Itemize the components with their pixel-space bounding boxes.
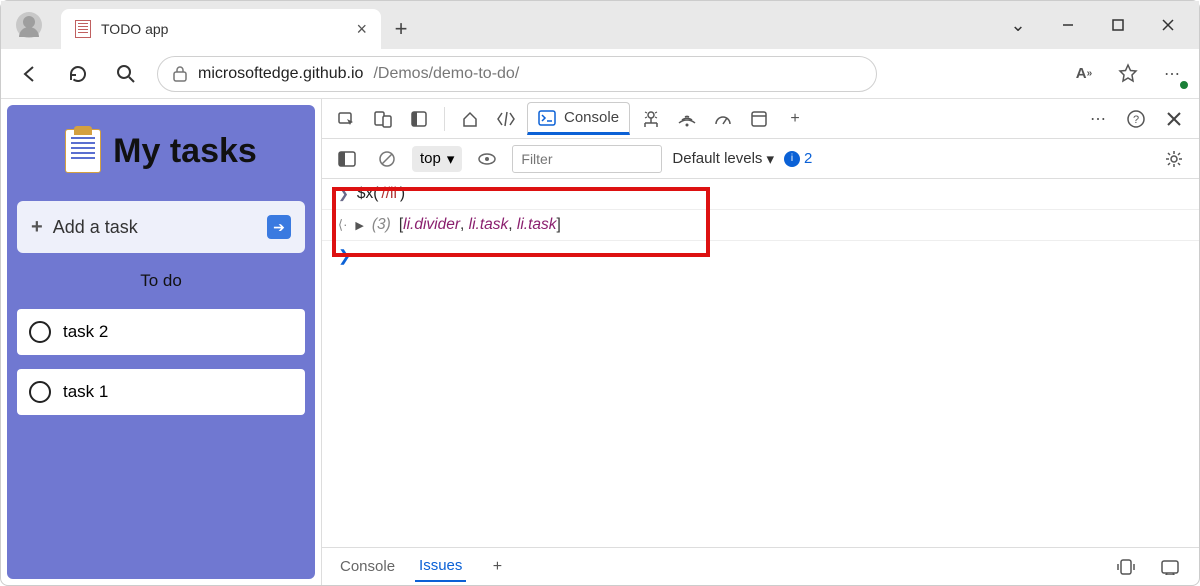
menu-button[interactable]: ⋯ [1157, 59, 1187, 89]
add-task-button[interactable]: + Add a task ➔ [17, 201, 305, 253]
devtools-drawer: Console Issues + [322, 547, 1199, 585]
close-window-button[interactable] [1145, 9, 1191, 41]
context-selector[interactable]: top ▾ [412, 146, 462, 172]
filter-input[interactable] [512, 145, 662, 173]
device-toggle-button[interactable] [368, 104, 398, 134]
chevron-down-icon: ▾ [447, 150, 455, 168]
checkbox-icon[interactable] [29, 381, 51, 403]
refresh-button[interactable] [61, 57, 95, 91]
devtools-panel: Console + ⋯ ? top ▾ Default levels [321, 99, 1199, 585]
app-title: My tasks [113, 132, 257, 171]
plus-icon: + [31, 216, 43, 239]
todo-app: My tasks + Add a task ➔ To do task 2 tas… [7, 105, 315, 579]
console-icon [538, 110, 556, 126]
app-header: My tasks [17, 115, 305, 187]
url-input[interactable]: microsoftedge.github.io/Demos/demo-to-do… [157, 56, 877, 92]
log-levels-selector[interactable]: Default levels ▾ [672, 150, 774, 168]
issue-badge-icon: i [784, 151, 800, 167]
devtools-tabbar: Console + ⋯ ? [322, 99, 1199, 139]
console-body[interactable]: ❯ $x('//li') ⟨· ▶ (3) [li.divider, li.ta… [322, 179, 1199, 547]
welcome-tab[interactable] [455, 104, 485, 134]
minimize-button[interactable] [1045, 9, 1091, 41]
drawer-tool1-button[interactable] [1111, 552, 1141, 582]
avatar-icon [16, 12, 42, 38]
drawer-console-tab[interactable]: Console [336, 552, 399, 581]
chevron-down-icon: ▾ [766, 150, 774, 168]
console-tab[interactable]: Console [527, 102, 630, 135]
live-expression-button[interactable] [472, 144, 502, 174]
favorite-button[interactable] [1113, 59, 1143, 89]
issues-indicator[interactable]: i 2 [784, 150, 812, 167]
checkbox-icon[interactable] [29, 321, 51, 343]
back-button[interactable] [13, 57, 47, 91]
more-tabs-button[interactable]: + [780, 104, 810, 134]
maximize-button[interactable] [1095, 9, 1141, 41]
issues-count: 2 [804, 150, 812, 167]
console-settings-button[interactable] [1159, 144, 1189, 174]
sources-tab[interactable] [636, 104, 666, 134]
section-heading: To do [17, 267, 305, 295]
submit-arrow-button[interactable]: ➔ [267, 215, 291, 239]
drawer-add-tab-button[interactable]: + [482, 552, 512, 582]
tab-actions-button[interactable]: ⌄ [995, 9, 1041, 41]
close-devtools-button[interactable] [1159, 104, 1189, 134]
page-favicon [75, 20, 91, 38]
annotation-highlight [332, 187, 710, 257]
url-path: /Demos/demo-to-do/ [373, 65, 519, 83]
lock-icon [172, 65, 188, 83]
address-bar: microsoftedge.github.io/Demos/demo-to-do… [1, 49, 1199, 99]
devtools-more-button[interactable]: ⋯ [1083, 104, 1113, 134]
read-aloud-button[interactable]: A» [1069, 59, 1099, 89]
tab-title: TODO app [101, 21, 346, 37]
clipboard-icon [65, 129, 101, 173]
task-label: task 1 [63, 382, 108, 402]
new-tab-button[interactable]: + [381, 9, 421, 49]
console-toolbar: top ▾ Default levels ▾ i 2 [322, 139, 1199, 179]
profile-button[interactable] [1, 1, 57, 49]
dock-button[interactable] [404, 104, 434, 134]
browser-tab[interactable]: TODO app × [61, 9, 381, 49]
help-button[interactable]: ? [1121, 104, 1151, 134]
context-label: top [420, 150, 441, 167]
clear-console-button[interactable] [372, 144, 402, 174]
performance-tab[interactable] [708, 104, 738, 134]
url-host: microsoftedge.github.io [198, 65, 363, 83]
svg-text:?: ? [1133, 114, 1139, 126]
search-button[interactable] [109, 57, 143, 91]
levels-label: Default levels [672, 150, 762, 167]
window-titlebar: TODO app × + ⌄ [1, 1, 1199, 49]
application-tab[interactable] [744, 104, 774, 134]
add-task-label: Add a task [53, 217, 138, 238]
console-tab-label: Console [564, 109, 619, 126]
task-item[interactable]: task 1 [17, 369, 305, 415]
drawer-issues-tab[interactable]: Issues [415, 551, 466, 582]
sidebar-toggle-button[interactable] [332, 144, 362, 174]
task-label: task 2 [63, 322, 108, 342]
network-tab[interactable] [672, 104, 702, 134]
drawer-tool2-button[interactable] [1155, 552, 1185, 582]
task-item[interactable]: task 2 [17, 309, 305, 355]
elements-tab[interactable] [491, 104, 521, 134]
inspect-button[interactable] [332, 104, 362, 134]
close-tab-button[interactable]: × [356, 19, 367, 40]
